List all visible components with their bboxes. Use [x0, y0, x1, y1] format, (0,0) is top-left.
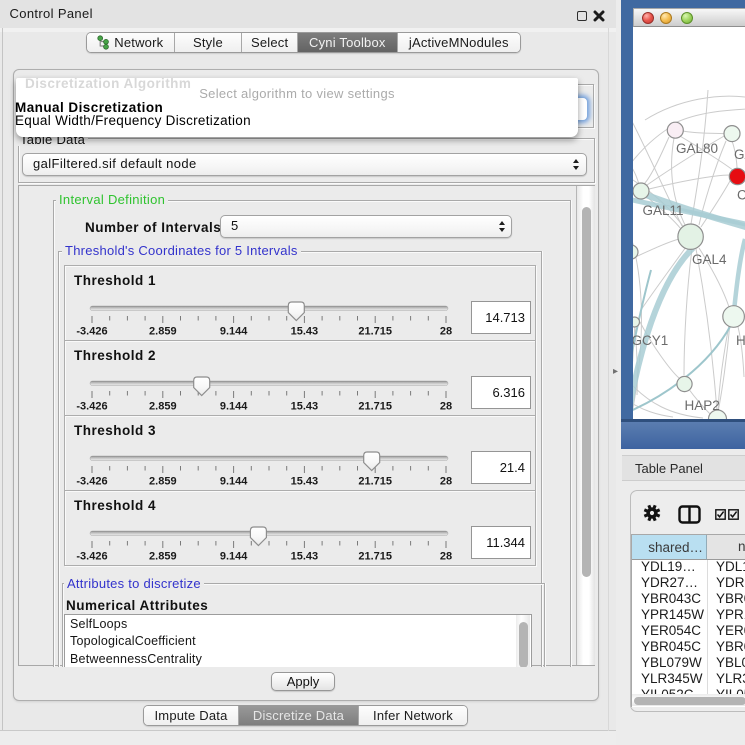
svg-text:15.43: 15.43: [291, 326, 319, 338]
svg-text:9.144: 9.144: [220, 401, 248, 413]
svg-text:21.715: 21.715: [358, 401, 392, 413]
svg-text:28: 28: [440, 476, 452, 488]
svg-text:GA: GA: [734, 147, 745, 162]
svg-text:HAP2: HAP2: [685, 398, 720, 413]
svg-text:H: H: [736, 333, 745, 348]
svg-text:GCY1: GCY1: [633, 333, 668, 348]
svg-text:9.144: 9.144: [220, 326, 248, 338]
svg-text:15.43: 15.43: [291, 401, 319, 413]
svg-text:2.859: 2.859: [149, 401, 177, 413]
svg-text:21.715: 21.715: [358, 551, 392, 563]
svg-text:28: 28: [440, 401, 452, 413]
svg-text:GAL4: GAL4: [692, 252, 727, 267]
svg-text:-3.426: -3.426: [76, 551, 107, 563]
svg-text:C: C: [737, 188, 745, 203]
svg-text:28: 28: [440, 326, 452, 338]
svg-text:2.859: 2.859: [149, 326, 177, 338]
svg-text:2.859: 2.859: [149, 551, 177, 563]
svg-text:9.144: 9.144: [220, 476, 248, 488]
svg-text:15.43: 15.43: [291, 551, 319, 563]
svg-text:-3.426: -3.426: [76, 476, 107, 488]
svg-text:21.715: 21.715: [358, 326, 392, 338]
svg-text:21.715: 21.715: [358, 476, 392, 488]
svg-text:-3.426: -3.426: [76, 401, 107, 413]
svg-text:15.43: 15.43: [291, 476, 319, 488]
svg-text:28: 28: [440, 551, 452, 563]
svg-text:GAL11: GAL11: [643, 203, 684, 218]
svg-text:-3.426: -3.426: [76, 326, 107, 338]
svg-text:9.144: 9.144: [220, 551, 248, 563]
svg-text:GAL80: GAL80: [676, 141, 718, 156]
svg-text:2.859: 2.859: [149, 476, 177, 488]
